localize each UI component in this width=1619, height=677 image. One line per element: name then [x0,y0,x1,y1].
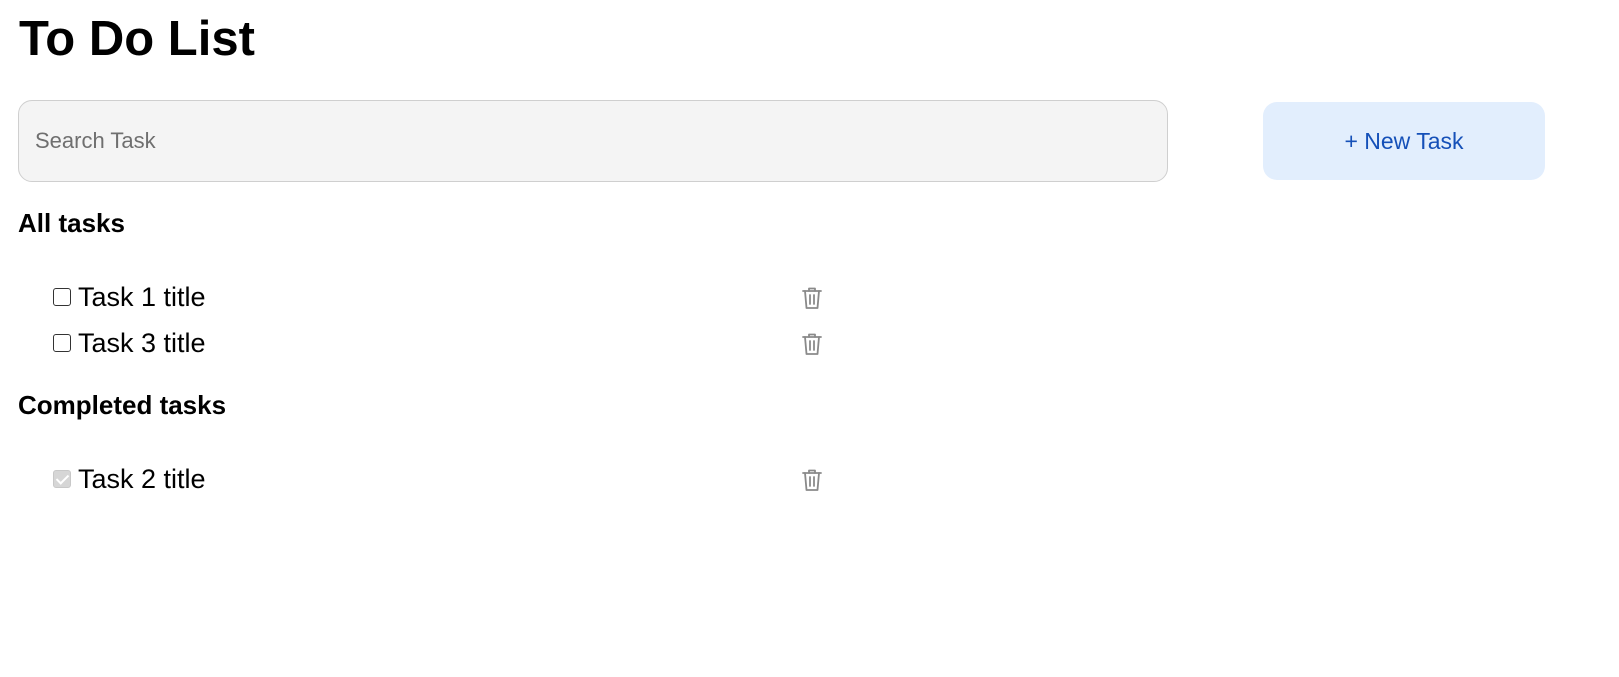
checkmark-icon [55,471,70,485]
completed-tasks-heading: Completed tasks [18,390,227,420]
trash-icon [800,331,824,357]
page-title: To Do List [19,12,255,66]
task-title: Task 3 title [78,328,206,358]
task-title: Task 2 title [78,464,206,494]
trash-icon [800,285,824,311]
delete-task-button[interactable] [800,467,824,493]
task-row: Task 1 title [53,276,833,322]
task-row: Task 2 title [53,458,833,504]
delete-task-button[interactable] [800,285,824,311]
task-checkbox-checked[interactable] [53,470,71,488]
task-row: Task 3 title [53,322,833,368]
search-input[interactable] [18,100,1168,182]
task-checkbox[interactable] [53,334,71,352]
task-checkbox[interactable] [53,288,71,306]
new-task-button[interactable]: + New Task [1263,102,1545,180]
all-tasks-list: Task 1 title Task 3 title [53,276,833,368]
all-tasks-heading: All tasks [18,208,125,238]
trash-icon [800,467,824,493]
todo-page: To Do List + New Task All tasks Task 1 t… [0,0,1619,677]
task-title: Task 1 title [78,282,206,312]
completed-tasks-list: Task 2 title [53,458,833,504]
delete-task-button[interactable] [800,331,824,357]
